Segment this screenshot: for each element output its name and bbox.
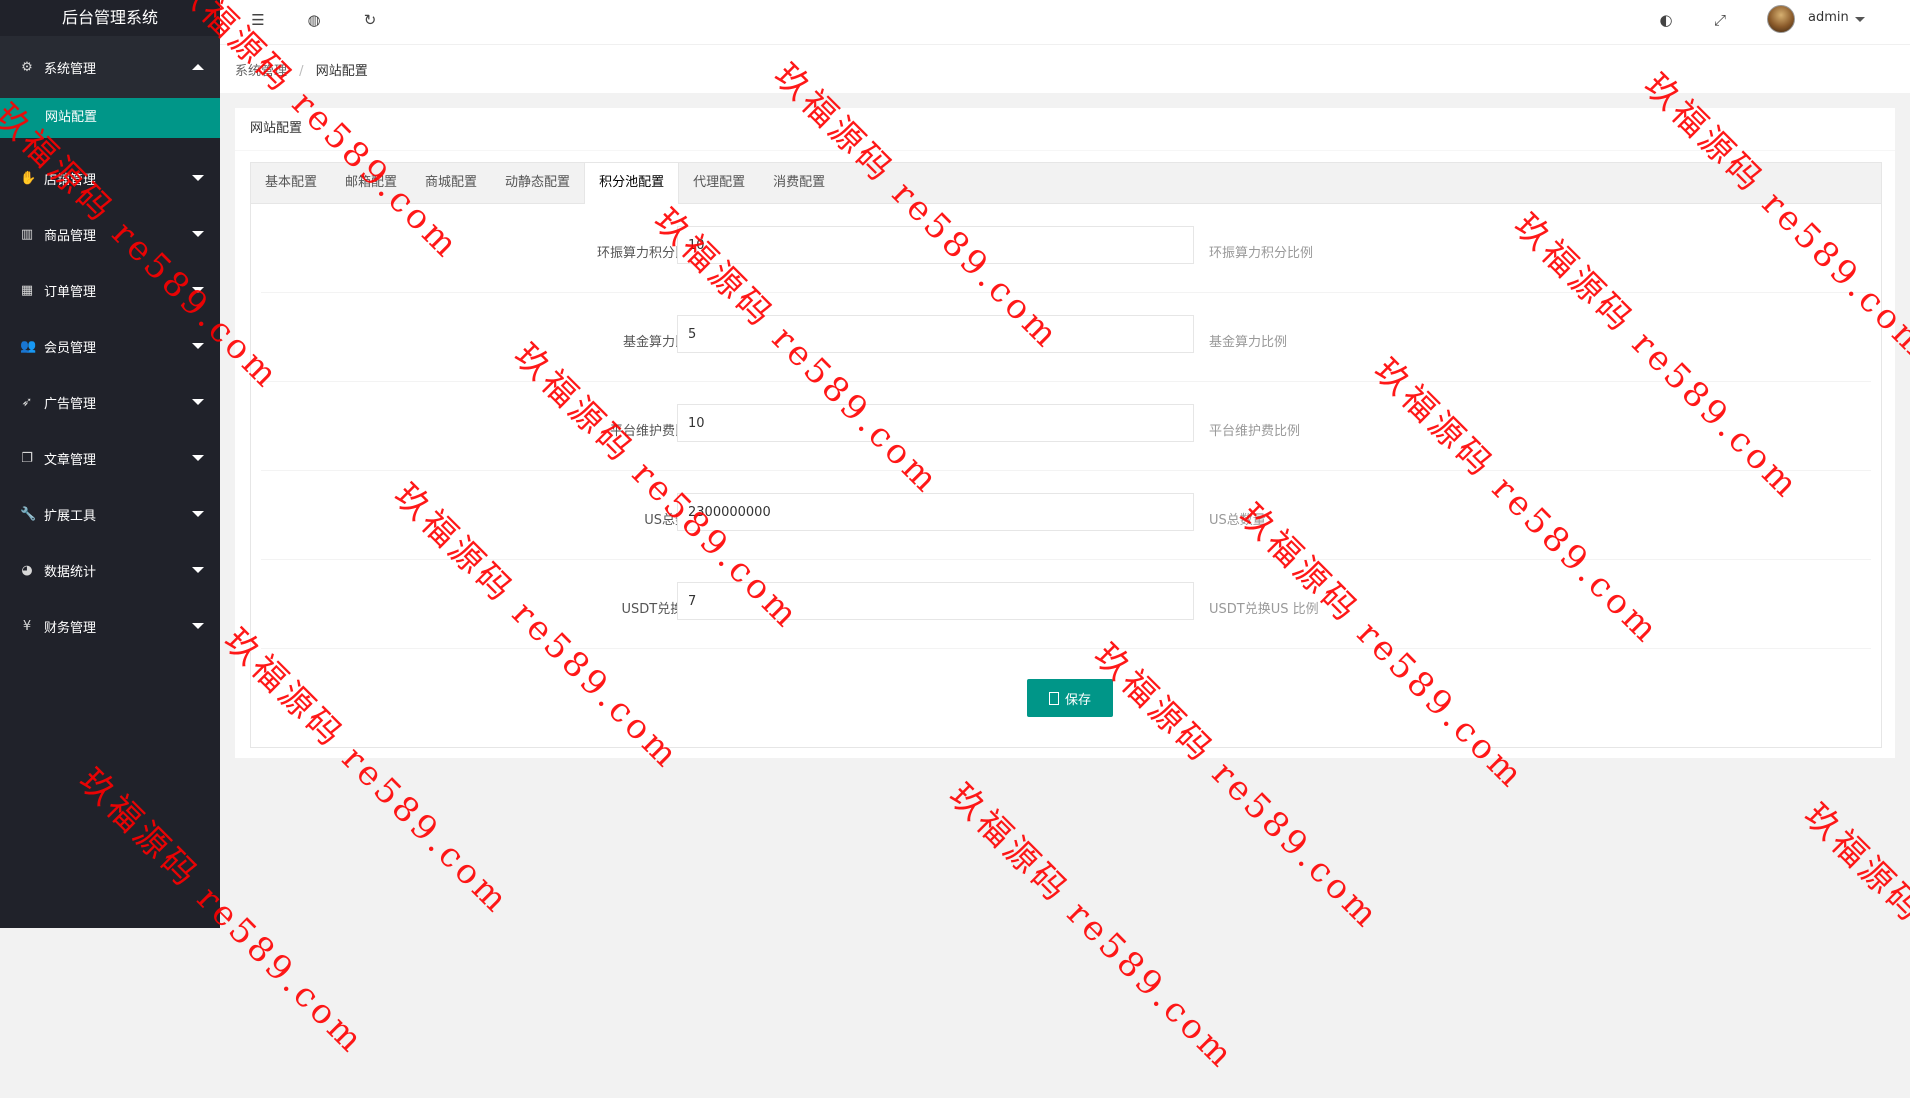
tab-basic[interactable]: 基本配置	[251, 163, 331, 203]
field-tip: USDT兑换US 比例	[1209, 602, 1319, 617]
sidebar-item-system[interactable]: ⚙ 系统管理	[0, 36, 220, 98]
caret-down-icon	[192, 231, 204, 237]
breadcrumb-separator: /	[299, 64, 304, 79]
sidebar-item-label: 商品管理	[44, 228, 97, 244]
platform-fee-ratio-input[interactable]	[677, 404, 1194, 442]
sidebar-item-label: 扩展工具	[44, 508, 97, 524]
gear-icon: ⚙	[21, 59, 33, 75]
sidebar-item-shop[interactable]: ✋ 店铺管理	[0, 150, 220, 206]
app-logo-title: 后台管理系统	[61, 8, 158, 27]
us-total-input[interactable]	[677, 493, 1194, 531]
chevron-down-icon[interactable]	[1855, 17, 1865, 22]
wrench-icon: 🔧	[20, 506, 37, 522]
tab-points-pool[interactable]: 积分池配置	[584, 163, 680, 204]
sidebar-item-articles[interactable]: ❐ 文章管理	[0, 430, 220, 486]
save-button[interactable]: 保存	[1027, 679, 1113, 717]
breadcrumb-bar: 系统管理 / 网站配置	[220, 45, 1910, 93]
config-card: 网站配置 基本配置 邮箱配置 商城配置 动静态配置 积分池配置 代理配置 消费配…	[235, 108, 1895, 758]
form-row: 平台维护费比例 平台维护费比例	[261, 382, 1871, 471]
users-icon: 👥	[20, 338, 37, 354]
sidebar-item-label: 系统管理	[44, 61, 97, 77]
fullscreen-icon[interactable]: ⤢	[1710, 10, 1730, 30]
sidebar-item-label: 数据统计	[44, 564, 97, 580]
field-tip: 平台维护费比例	[1209, 424, 1301, 439]
top-header: ☰ ◍ ↻ ◐ ⤢ admin	[220, 0, 1910, 45]
document-icon	[1048, 691, 1059, 705]
copy-icon: ❐	[21, 450, 33, 466]
sidebar-item-tools[interactable]: 🔧 扩展工具	[0, 486, 220, 542]
tab-container: 基本配置 邮箱配置 商城配置 动静态配置 积分池配置 代理配置 消费配置 环振算…	[250, 162, 1882, 748]
sidebar-item-statistics[interactable]: ◕ 数据统计	[0, 542, 220, 598]
sidebar-item-orders[interactable]: ▦ 订单管理	[0, 262, 220, 318]
theme-palette-icon[interactable]: ◐	[1656, 10, 1676, 30]
yen-icon: ¥	[22, 618, 32, 634]
caret-down-icon	[192, 175, 204, 181]
breadcrumb-parent[interactable]: 系统管理	[235, 64, 287, 79]
breadcrumb-current: 网站配置	[315, 64, 368, 79]
caret-up-icon	[192, 64, 204, 70]
caret-down-icon	[192, 623, 204, 629]
caret-down-icon	[192, 567, 204, 573]
caret-down-icon	[192, 287, 204, 293]
bar-chart-icon: ▥	[20, 226, 34, 242]
tab-email[interactable]: 邮箱配置	[331, 163, 411, 203]
sidebar-item-label: 店铺管理	[44, 172, 97, 188]
rocket-icon: ➶	[21, 394, 33, 410]
sidebar-item-label: 文章管理	[44, 452, 97, 468]
tab-bar: 基本配置 邮箱配置 商城配置 动静态配置 积分池配置 代理配置 消费配置	[251, 163, 1881, 204]
refresh-icon[interactable]: ↻	[360, 10, 380, 30]
tab-static-dynamic[interactable]: 动静态配置	[491, 163, 584, 203]
watermark: 玖福源码 re589.com	[1796, 795, 1910, 1098]
form-row: USDT兑换US USDT兑换US 比例	[261, 560, 1871, 649]
usdt-to-us-input[interactable]	[677, 582, 1194, 620]
sidebar-item-finance[interactable]: ¥ 财务管理	[0, 598, 220, 654]
sidebar-subitem-website-config[interactable]: 网站配置	[0, 98, 220, 138]
sidebar-item-label: 广告管理	[44, 396, 97, 412]
form-row: 基金算力比例 基金算力比例	[261, 293, 1871, 382]
sidebar-item-members[interactable]: 👥 会员管理	[0, 318, 220, 374]
sidebar-item-ads[interactable]: ➶ 广告管理	[0, 374, 220, 430]
sidebar-item-label: 订单管理	[44, 284, 97, 300]
caret-down-icon	[192, 343, 204, 349]
fund-hashrate-ratio-input[interactable]	[677, 315, 1194, 353]
watermark: 玖福源码 re589.com	[941, 775, 1243, 1078]
field-tip: 基金算力比例	[1209, 335, 1288, 350]
menu-fold-icon[interactable]: ☰	[248, 10, 268, 30]
sidebar: 后台管理系统 ⚙ 系统管理 网站配置 ✋ 店铺管理 ▥ 商品管理 ▦ 订单管理 …	[0, 0, 220, 928]
save-button-label: 保存	[1064, 692, 1091, 708]
form-row: 环振算力积分比例 环振算力积分比例	[261, 204, 1871, 293]
caret-down-icon	[192, 455, 204, 461]
caret-down-icon	[192, 399, 204, 405]
field-tip: 环振算力积分比例	[1209, 246, 1314, 261]
ring-hashrate-ratio-input[interactable]	[677, 226, 1194, 264]
caret-down-icon	[192, 511, 204, 517]
breadcrumb: 系统管理 / 网站配置	[235, 60, 368, 79]
tab-agent[interactable]: 代理配置	[679, 163, 759, 203]
sidebar-menu: ⚙ 系统管理 网站配置 ✋ 店铺管理 ▥ 商品管理 ▦ 订单管理 👥 会员管理 …	[0, 36, 220, 654]
sidebar-item-label: 会员管理	[44, 340, 97, 356]
card-title: 网站配置	[235, 108, 1895, 151]
tab-mall[interactable]: 商城配置	[411, 163, 491, 203]
tab-consumption[interactable]: 消费配置	[759, 163, 839, 203]
field-tip: US总数量	[1209, 513, 1266, 528]
hand-icon: ✋	[20, 170, 37, 186]
avatar[interactable]	[1767, 5, 1795, 33]
globe-icon[interactable]: ◍	[304, 10, 324, 30]
calendar-icon: ▦	[20, 282, 34, 298]
sidebar-item-goods[interactable]: ▥ 商品管理	[0, 206, 220, 262]
sidebar-item-label: 财务管理	[44, 620, 97, 636]
user-name[interactable]: admin	[1808, 10, 1849, 25]
form-row: US总数量 US总数量	[261, 471, 1871, 560]
pie-chart-icon: ◕	[21, 562, 33, 578]
